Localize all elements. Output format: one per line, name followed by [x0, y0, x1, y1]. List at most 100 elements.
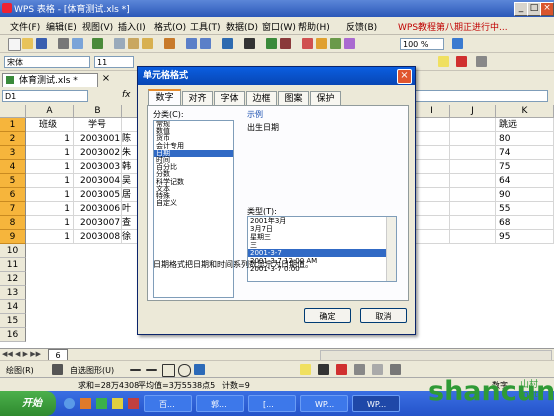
toolbar-options-icon[interactable]	[476, 56, 487, 67]
tab-border[interactable]: 边框	[246, 91, 277, 105]
draw-font-color-icon[interactable]	[336, 364, 347, 375]
arrow-icon[interactable]	[146, 369, 157, 371]
shadow-icon[interactable]	[372, 364, 383, 375]
tab-alignment[interactable]: 对齐	[182, 91, 213, 105]
name-box[interactable]: D1	[2, 90, 88, 102]
cell-student-id[interactable]: 学号	[74, 118, 122, 132]
new-icon[interactable]	[8, 38, 21, 51]
cell-class[interactable]: 1	[26, 188, 74, 202]
chart-icon[interactable]	[302, 38, 313, 49]
quicklaunch-icon[interactable]	[96, 398, 107, 409]
taskbar-item-2[interactable]: 郭...	[196, 395, 244, 412]
cell-class[interactable]: 1	[26, 174, 74, 188]
cell-student-id[interactable]: 2003007	[74, 216, 122, 230]
help-icon[interactable]	[452, 38, 463, 49]
select-pointer-icon[interactable]	[52, 364, 63, 375]
drawing-icon[interactable]	[316, 38, 327, 49]
fill-color-icon[interactable]	[438, 56, 449, 67]
3d-icon[interactable]	[390, 364, 401, 375]
cell-j[interactable]	[450, 132, 496, 146]
function-icon[interactable]: fx	[122, 90, 131, 100]
cell-long-jump[interactable]: 74	[496, 146, 554, 160]
type-item[interactable]: 2001-3-7	[248, 249, 396, 257]
hyperlink-icon[interactable]	[222, 38, 233, 49]
cell-name[interactable]: 徐	[122, 230, 138, 244]
line-style-icon[interactable]	[354, 364, 365, 375]
save-icon[interactable]	[36, 38, 47, 49]
cell-long-jump[interactable]: 68	[496, 216, 554, 230]
maximize-button[interactable]: □	[527, 2, 541, 16]
cell-student-id[interactable]: 2003001	[74, 132, 122, 146]
menu-feedback[interactable]: 反馈(B)	[346, 20, 377, 33]
row-header[interactable]: 6	[0, 188, 26, 202]
category-item[interactable]: 自定义	[154, 199, 233, 207]
taskbar-item-3[interactable]: [...	[248, 395, 296, 412]
freeze-icon[interactable]	[330, 38, 341, 49]
minimize-button[interactable]: _	[514, 2, 528, 16]
type-item[interactable]: 三	[248, 241, 396, 249]
cell-name[interactable]: 朱	[122, 146, 138, 160]
cell-i[interactable]	[414, 174, 450, 188]
row-header[interactable]: 14	[0, 300, 26, 314]
cell-j[interactable]	[450, 216, 496, 230]
cell-long-jump[interactable]: 90	[496, 188, 554, 202]
rectangle-icon[interactable]	[162, 364, 175, 377]
folder-icon[interactable]	[112, 398, 123, 409]
cell-i[interactable]	[414, 188, 450, 202]
row-header[interactable]: 5	[0, 174, 26, 188]
row-header[interactable]: 2	[0, 132, 26, 146]
menu-tools[interactable]: 工具(T)	[190, 20, 221, 33]
ok-button[interactable]: 确定	[304, 308, 351, 323]
font-size-select[interactable]: 11	[94, 56, 134, 68]
row-header[interactable]: 13	[0, 286, 26, 300]
close-tab-icon[interactable]: ×	[100, 73, 112, 85]
cell-name[interactable]: 吴	[122, 174, 138, 188]
format-painter-icon[interactable]	[164, 38, 175, 49]
paste-icon[interactable]	[142, 38, 153, 49]
autosum-icon[interactable]	[244, 38, 255, 49]
redo-icon[interactable]	[200, 38, 211, 49]
taskbar-item-1[interactable]: 百...	[144, 395, 192, 412]
undo-icon[interactable]	[186, 38, 197, 49]
cell-student-id[interactable]: 2003004	[74, 174, 122, 188]
cell-j[interactable]	[450, 174, 496, 188]
column-header-a[interactable]: A	[26, 105, 74, 118]
select-all-corner[interactable]	[0, 105, 26, 118]
category-list[interactable]: 常规 数值 货币 会计专用 日期 时间 百分比 分数 科学记数 文本 特殊 自定义	[153, 120, 234, 298]
cell-class[interactable]: 1	[26, 230, 74, 244]
oval-icon[interactable]	[178, 364, 191, 377]
wps-news-link[interactable]: WPS教程第八期正进行中...	[398, 20, 508, 33]
cell-i[interactable]	[414, 132, 450, 146]
cell-name[interactable]: 查	[122, 216, 138, 230]
cut-icon[interactable]	[114, 38, 125, 49]
column-header-k[interactable]: K	[496, 105, 554, 118]
cell-name[interactable]: 叶	[122, 202, 138, 216]
document-tab[interactable]: 体育测试.xls *	[2, 73, 98, 87]
autoshape-menu[interactable]: 自选图形(U)	[70, 365, 114, 376]
row-header[interactable]: 10	[0, 244, 26, 258]
cell-student-id[interactable]: 2003005	[74, 188, 122, 202]
column-header-b[interactable]: B	[74, 105, 122, 118]
cell-long-jump[interactable]: 80	[496, 132, 554, 146]
type-item[interactable]: 2001年3月	[248, 217, 396, 225]
cell-i[interactable]	[414, 118, 450, 132]
sort-descending-icon[interactable]	[280, 38, 291, 49]
type-list[interactable]: 2001年3月 3月7日 星期三三 2001-3-7 2001-3-7 12:00 AM…	[247, 216, 397, 282]
font-name-select[interactable]: 宋体	[4, 56, 90, 68]
type-list-scrollbar[interactable]	[386, 217, 396, 281]
dialog-close-button[interactable]: ×	[397, 69, 412, 84]
close-window-button[interactable]: ×	[540, 2, 554, 16]
print-icon[interactable]	[58, 38, 69, 49]
cell-student-id[interactable]: 2003003	[74, 160, 122, 174]
row-header[interactable]: 8	[0, 216, 26, 230]
row-header[interactable]: 16	[0, 328, 26, 342]
menu-help[interactable]: 帮助(H)	[298, 20, 330, 33]
cell-j[interactable]	[450, 230, 496, 244]
row-header[interactable]: 11	[0, 258, 26, 272]
cell-name[interactable]: 陈	[122, 132, 138, 146]
cell-long-jump[interactable]: 64	[496, 174, 554, 188]
cell-student-id[interactable]: 2003002	[74, 146, 122, 160]
spell-check-icon[interactable]	[92, 38, 103, 49]
filter-icon[interactable]	[344, 38, 355, 49]
menu-insert[interactable]: 插入(I)	[118, 20, 146, 33]
